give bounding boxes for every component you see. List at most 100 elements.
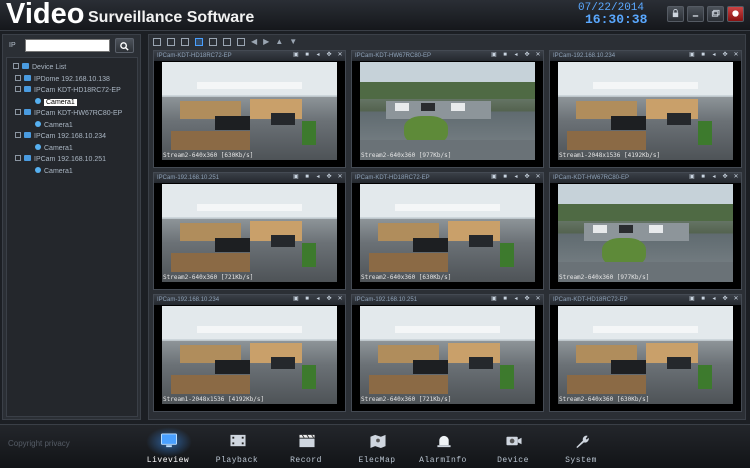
expand-toggle-icon[interactable] [15, 86, 21, 93]
search-button[interactable] [115, 38, 134, 53]
snapshot-icon[interactable]: ▣ [293, 174, 299, 181]
close-button[interactable] [727, 6, 744, 22]
arrow-right-icon[interactable]: ▶ [263, 38, 269, 46]
audio-icon[interactable]: ◂ [315, 296, 321, 303]
snapshot-icon[interactable]: ▣ [689, 52, 695, 59]
record-icon[interactable]: ■ [304, 296, 310, 303]
audio-icon[interactable]: ◂ [315, 174, 321, 181]
fullscreen-icon[interactable]: ✥ [722, 52, 728, 59]
layout-16-icon[interactable] [209, 38, 217, 46]
arrow-up-icon[interactable]: ▲ [275, 38, 283, 46]
fullscreen-icon[interactable]: ✥ [722, 296, 728, 303]
video-feed[interactable]: Stream2-640x360 [977Kb/s] [558, 184, 733, 282]
fullscreen-icon[interactable]: ✥ [326, 296, 332, 303]
video-feed[interactable]: Stream2-640x360 [630Kb/s] [558, 306, 733, 404]
tree-device-item[interactable]: IPDome 192.168.10.138 [15, 74, 110, 85]
video-tile[interactable]: IPCam-192.168.10.251 ▣ ■ ◂ ✥ ✕ Stream2-6… [351, 294, 544, 412]
record-icon[interactable]: ■ [700, 296, 706, 303]
audio-icon[interactable]: ◂ [315, 52, 321, 59]
video-tile[interactable]: IPCam-192.168.10.251 ▣ ■ ◂ ✥ ✕ Stream2-6… [153, 172, 346, 290]
tree-root-item[interactable]: Device List [13, 63, 66, 73]
audio-icon[interactable]: ◂ [711, 174, 717, 181]
nav-playback[interactable]: Playback [207, 425, 267, 468]
close-icon[interactable]: ✕ [733, 52, 739, 59]
audio-icon[interactable]: ◂ [513, 296, 519, 303]
video-feed[interactable]: Stream2-640x360 [721Kb/s] [360, 306, 535, 404]
layout-36-icon[interactable] [237, 38, 245, 46]
audio-icon[interactable]: ◂ [711, 52, 717, 59]
tree-camera-item[interactable]: Camera1 [35, 120, 73, 131]
expand-toggle-icon[interactable] [15, 74, 21, 81]
nav-device[interactable]: Device [483, 425, 543, 468]
expand-toggle-icon[interactable] [15, 109, 21, 116]
record-icon[interactable]: ■ [502, 174, 508, 181]
expand-toggle-icon[interactable] [15, 155, 21, 162]
snapshot-icon[interactable]: ▣ [491, 52, 497, 59]
close-icon[interactable]: ✕ [733, 296, 739, 303]
record-icon[interactable]: ■ [502, 296, 508, 303]
close-icon[interactable]: ✕ [733, 174, 739, 181]
arrow-down-icon[interactable]: ▼ [289, 38, 297, 46]
restore-button[interactable] [707, 6, 724, 22]
fullscreen-icon[interactable]: ✥ [524, 174, 530, 181]
video-tile[interactable]: IPCam-192.168.10.234 ▣ ■ ◂ ✥ ✕ Stream1-2… [153, 294, 346, 412]
expand-toggle-icon[interactable] [13, 63, 19, 70]
video-tile[interactable]: IPCam-192.168.10.234 ▣ ■ ◂ ✥ ✕ Stream1-2… [549, 50, 742, 168]
nav-alarminfo[interactable]: AlarmInfo [413, 425, 473, 468]
snapshot-icon[interactable]: ▣ [491, 174, 497, 181]
video-tile[interactable]: IPCam-KDT-HW67RC80-EP ▣ ■ ◂ ✥ ✕ Stream2-… [351, 50, 544, 168]
video-tile[interactable]: IPCam-KDT-HW67RC80-EP ▣ ■ ◂ ✥ ✕ Stream2-… [549, 172, 742, 290]
layout-25-icon[interactable] [223, 38, 231, 46]
close-icon[interactable]: ✕ [535, 52, 541, 59]
layout-1-icon[interactable] [153, 38, 161, 46]
close-icon[interactable]: ✕ [337, 52, 343, 59]
video-feed[interactable]: Stream2-640x360 [630Kb/s] [162, 62, 337, 160]
minimize-button[interactable] [687, 6, 704, 22]
fullscreen-icon[interactable]: ✥ [524, 52, 530, 59]
record-icon[interactable]: ■ [700, 174, 706, 181]
tree-device-item[interactable]: IPCam KDT-HD18RC72-EP [15, 86, 121, 96]
close-icon[interactable]: ✕ [337, 296, 343, 303]
close-icon[interactable]: ✕ [535, 296, 541, 303]
video-tile[interactable]: IPCam-KDT-HD18RC72-EP ▣ ■ ◂ ✥ ✕ Stream2-… [549, 294, 742, 412]
nav-record[interactable]: Record [276, 425, 336, 468]
video-feed[interactable]: Stream2-640x360 [630Kb/s] [360, 184, 535, 282]
fullscreen-icon[interactable]: ✥ [722, 174, 728, 181]
layout-9-icon[interactable] [195, 38, 203, 46]
fullscreen-icon[interactable]: ✥ [326, 52, 332, 59]
tree-camera-item[interactable]: Camera1 [35, 143, 73, 154]
audio-icon[interactable]: ◂ [513, 52, 519, 59]
snapshot-icon[interactable]: ▣ [293, 296, 299, 303]
snapshot-icon[interactable]: ▣ [689, 296, 695, 303]
tree-device-item[interactable]: IPCam 192.168.10.234 [15, 132, 106, 142]
record-icon[interactable]: ■ [304, 174, 310, 181]
video-feed[interactable]: Stream2-640x360 [977Kb/s] [360, 62, 535, 160]
snapshot-icon[interactable]: ▣ [491, 296, 497, 303]
nav-elecmap[interactable]: ElecMap [347, 425, 407, 468]
fullscreen-icon[interactable]: ✥ [524, 296, 530, 303]
expand-toggle-icon[interactable] [15, 132, 21, 139]
snapshot-icon[interactable]: ▣ [293, 52, 299, 59]
audio-icon[interactable]: ◂ [513, 174, 519, 181]
tree-device-item[interactable]: IPCam KDT-HW67RC80-EP [15, 109, 122, 119]
tree-device-item[interactable]: IPCam 192.168.10.251 [15, 155, 106, 165]
nav-system[interactable]: System [551, 425, 611, 468]
video-feed[interactable]: Stream1-2048x1536 [4192Kb/s] [162, 306, 337, 404]
record-icon[interactable]: ■ [502, 52, 508, 59]
ip-search-input[interactable] [25, 39, 110, 52]
video-feed[interactable]: Stream1-2048x1536 [4192Kb/s] [558, 62, 733, 160]
tree-camera-item[interactable]: Camera1 [35, 166, 73, 177]
video-tile[interactable]: IPCam-KDT-HD18RC72-EP ▣ ■ ◂ ✥ ✕ Stream2-… [351, 172, 544, 290]
record-icon[interactable]: ■ [304, 52, 310, 59]
record-icon[interactable]: ■ [700, 52, 706, 59]
fullscreen-icon[interactable]: ✥ [326, 174, 332, 181]
snapshot-icon[interactable]: ▣ [689, 174, 695, 181]
arrow-left-icon[interactable]: ◀ [251, 38, 257, 46]
layout-4-icon[interactable] [167, 38, 175, 46]
layout-6-icon[interactable] [181, 38, 189, 46]
close-icon[interactable]: ✕ [337, 174, 343, 181]
nav-liveview[interactable]: Liveview [138, 425, 198, 468]
audio-icon[interactable]: ◂ [711, 296, 717, 303]
tree-camera-item[interactable]: Camera1 [35, 97, 77, 108]
close-icon[interactable]: ✕ [535, 174, 541, 181]
